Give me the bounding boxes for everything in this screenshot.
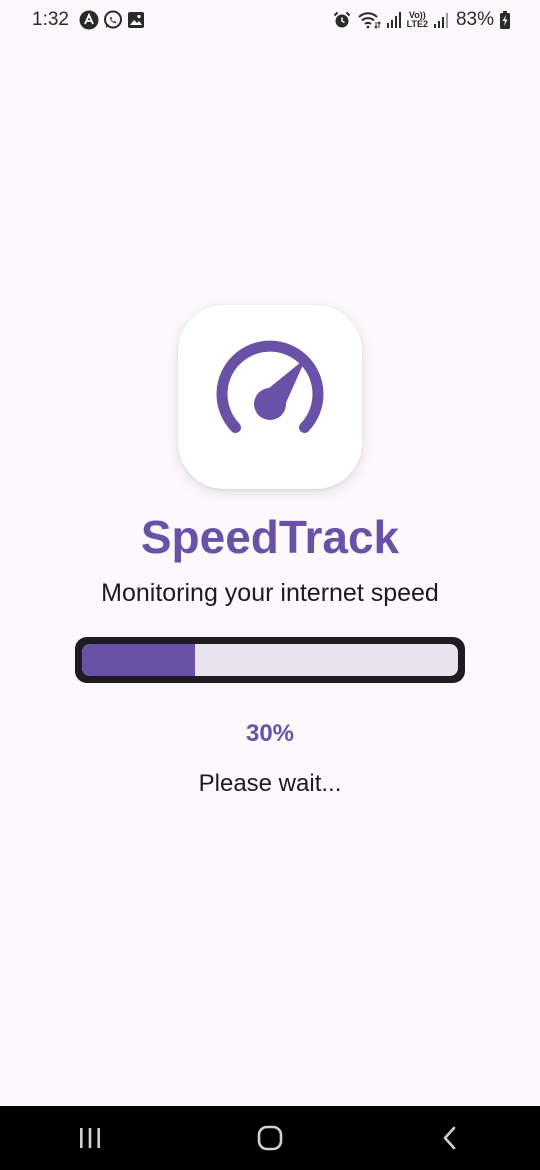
progress-bar [75, 637, 465, 683]
network-label-bottom: LTE2 [406, 19, 428, 29]
navigation-bar [0, 1106, 540, 1170]
signal-2-icon [433, 13, 448, 28]
subtitle: Monitoring your internet speed [101, 579, 439, 607]
home-button[interactable] [230, 1106, 310, 1170]
speedometer-icon [216, 340, 324, 433]
home-icon [257, 1125, 283, 1151]
signal-icon [386, 12, 401, 28]
back-icon [443, 1126, 456, 1150]
recents-icon [80, 1128, 100, 1148]
alarm-icon [333, 11, 350, 28]
progress-track [82, 644, 458, 676]
app-title: SpeedTrack [140, 511, 400, 563]
battery-level: 83% [455, 9, 494, 30]
whatsapp-icon [103, 10, 122, 29]
volte-lte2-icon: Vo)) LTE2 [407, 11, 428, 29]
wifi-icon [357, 12, 381, 29]
gallery-icon [127, 12, 144, 28]
progress-percent: 30% [245, 720, 295, 747]
status-text: Please wait... [198, 770, 342, 797]
app-notification-icon [79, 10, 99, 30]
app-icon-card [178, 305, 362, 489]
status-left: 1:32 [32, 9, 145, 31]
status-time: 1:32 [32, 9, 69, 30]
battery-charging-icon [500, 11, 510, 29]
back-button[interactable] [410, 1106, 490, 1170]
status-right: Vo)) LTE2 83% [333, 9, 510, 31]
status-bar: 1:32 Vo)) LTE2 83% [0, 0, 540, 40]
progress-fill [82, 644, 195, 676]
recents-button[interactable] [50, 1106, 130, 1170]
notification-icons [79, 10, 145, 30]
